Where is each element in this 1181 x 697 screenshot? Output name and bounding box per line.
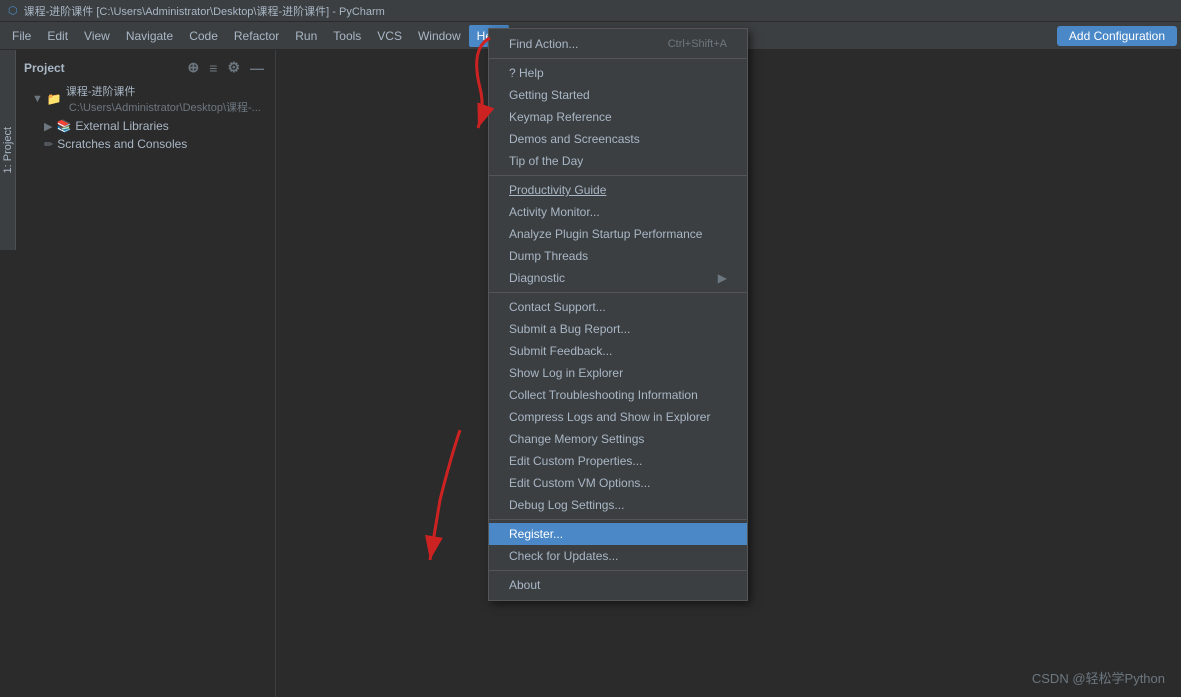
menu-check-updates[interactable]: Check for Updates...	[489, 545, 747, 567]
title-text: 课程-进阶课件 [C:\Users\Administrator\Desktop\…	[24, 3, 385, 19]
sidebar-toolbar: ⊕ ≡ ⚙ —	[185, 58, 267, 77]
external-libraries-label: External Libraries	[75, 119, 168, 133]
menu-debug-log-settings[interactable]: Debug Log Settings...	[489, 494, 747, 516]
menu-item-code[interactable]: Code	[181, 25, 226, 47]
add-configuration-button[interactable]: Add Configuration	[1057, 26, 1177, 46]
tree-item-scratches[interactable]: ✏ Scratches and Consoles	[16, 135, 275, 153]
menu-submit-feedback[interactable]: Submit Feedback...	[489, 340, 747, 362]
menu-dump-threads[interactable]: Dump Threads	[489, 245, 747, 267]
menu-change-memory[interactable]: Change Memory Settings	[489, 428, 747, 450]
project-sidebar: Project ⊕ ≡ ⚙ — ▼ 📁 课程-进阶课件 C:\Users\Adm…	[16, 50, 276, 697]
watermark: CSDN @轻松学Python	[1032, 668, 1165, 687]
menu-keymap-reference[interactable]: Keymap Reference	[489, 106, 747, 128]
menu-submit-bug-report[interactable]: Submit a Bug Report...	[489, 318, 747, 340]
menu-sep-2	[489, 175, 747, 176]
menu-sep-1	[489, 58, 747, 59]
menu-item-file[interactable]: File	[4, 25, 39, 47]
menu-activity-monitor[interactable]: Activity Monitor...	[489, 201, 747, 223]
settings-icon[interactable]: ⚙	[224, 58, 243, 77]
folder-icon: 📁	[47, 92, 62, 106]
menu-contact-support[interactable]: Contact Support...	[489, 296, 747, 318]
menu-collect-troubleshooting[interactable]: Collect Troubleshooting Information	[489, 384, 747, 406]
help-dropdown-menu: Find Action... Ctrl+Shift+A ? Help Getti…	[488, 28, 748, 601]
menu-compress-logs[interactable]: Compress Logs and Show in Explorer	[489, 406, 747, 428]
menu-sep-4	[489, 519, 747, 520]
sidebar-header: Project ⊕ ≡ ⚙ —	[16, 54, 275, 81]
collapse-icon[interactable]: ≡	[206, 59, 220, 77]
scratch-icon: ✏	[44, 138, 53, 151]
menu-show-log[interactable]: Show Log in Explorer	[489, 362, 747, 384]
menu-item-run[interactable]: Run	[287, 25, 325, 47]
menu-register[interactable]: Register...	[489, 523, 747, 545]
minimize-icon[interactable]: —	[247, 59, 267, 77]
app-icon: ⬡	[8, 4, 18, 17]
menu-edit-custom-vm[interactable]: Edit Custom VM Options...	[489, 472, 747, 494]
menu-analyze-plugin[interactable]: Analyze Plugin Startup Performance	[489, 223, 747, 245]
tree-item-project-root[interactable]: ▼ 📁 课程-进阶课件 C:\Users\Administrator\Deskt…	[16, 81, 275, 117]
tree-item-external-libraries[interactable]: ▶ 📚 External Libraries	[16, 117, 275, 135]
project-root-label: 课程-进阶课件 C:\Users\Administrator\Desktop\课…	[66, 83, 267, 115]
scope-icon[interactable]: ⊕	[185, 58, 203, 77]
menu-edit-custom-props[interactable]: Edit Custom Properties...	[489, 450, 747, 472]
menu-diagnostic[interactable]: Diagnostic ▶	[489, 267, 747, 289]
menu-item-navigate[interactable]: Navigate	[118, 25, 181, 47]
menu-sep-5	[489, 570, 747, 571]
menu-tip-of-day[interactable]: Tip of the Day	[489, 150, 747, 172]
menu-item-edit[interactable]: Edit	[39, 25, 76, 47]
project-panel-tab[interactable]: 1: Project	[0, 50, 16, 250]
menu-find-action[interactable]: Find Action... Ctrl+Shift+A	[489, 33, 747, 55]
menu-item-view[interactable]: View	[76, 25, 118, 47]
menu-item-vcs[interactable]: VCS	[369, 25, 410, 47]
external-libraries-icon: 📚	[56, 119, 71, 133]
menu-sep-3	[489, 292, 747, 293]
menu-getting-started[interactable]: Getting Started	[489, 84, 747, 106]
menu-item-tools[interactable]: Tools	[325, 25, 369, 47]
menu-demos-screencasts[interactable]: Demos and Screencasts	[489, 128, 747, 150]
chevron-right-icon: ▶	[44, 120, 52, 133]
menu-item-refactor[interactable]: Refactor	[226, 25, 287, 47]
project-panel-label: 1: Project	[2, 127, 14, 173]
scratches-label: Scratches and Consoles	[57, 137, 187, 151]
submenu-arrow-icon: ▶	[718, 271, 727, 285]
menu-help[interactable]: ? Help	[489, 62, 747, 84]
menu-about[interactable]: About	[489, 574, 747, 596]
title-bar: ⬡ 课程-进阶课件 [C:\Users\Administrator\Deskto…	[0, 0, 1181, 22]
project-title: Project	[24, 61, 65, 75]
folder-open-icon: ▼	[32, 93, 43, 105]
menu-item-window[interactable]: Window	[410, 25, 469, 47]
menu-productivity-guide[interactable]: Productivity Guide	[489, 179, 747, 201]
